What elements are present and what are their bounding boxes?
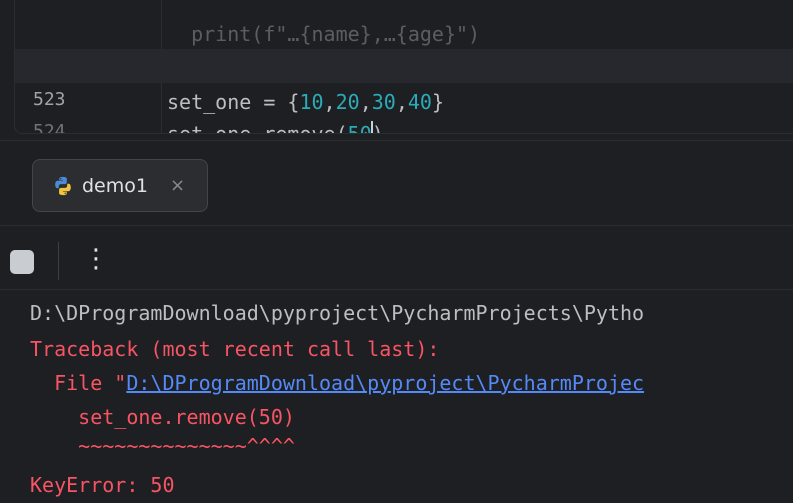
code-line-522[interactable]: 522 set_one = {10,20,30,40} <box>15 17 793 114</box>
panel-divider <box>0 225 793 226</box>
traceback-file-line: File "D:\DProgramDownload\pyproject\Pych… <box>30 366 644 400</box>
toolbar-separator <box>58 242 59 280</box>
traceback-file-link[interactable]: D:\DProgramDownload\pyproject\PycharmPro… <box>126 371 644 395</box>
code-line-524[interactable]: 524 print(set_one) <box>15 81 793 133</box>
traceback-file-prefix: File " <box>30 371 127 395</box>
run-tab-demo1[interactable]: demo1 × <box>32 159 208 212</box>
panel-divider <box>0 289 793 290</box>
more-vertical-icon[interactable]: ⋮ <box>83 244 109 278</box>
exception-line: KeyError: 50 <box>30 473 175 497</box>
code-line-525[interactable]: 525 <box>15 113 793 133</box>
code-line-523[interactable]: 523 set_one.remove(50) <box>15 49 793 133</box>
code-editor[interactable]: print(f"…{name},…{age}") 522 set_one = {… <box>0 0 793 140</box>
stop-icon[interactable] <box>10 250 34 274</box>
code-line-partial: print(f"…{name},…{age}") <box>15 0 793 46</box>
console-path-line: D:\DProgramDownload\pyproject\PycharmPro… <box>30 301 645 325</box>
traceback-marker-line: ~~~~~~~~~~~~~~^^^^ <box>30 434 295 458</box>
python-icon <box>55 176 71 195</box>
traceback-header: Traceback (most recent call last): <box>30 337 440 361</box>
close-icon[interactable]: × <box>170 175 185 196</box>
traceback-source-line: set_one.remove(50) <box>30 405 295 429</box>
run-tab-label: demo1 <box>82 174 148 197</box>
panel-divider <box>0 140 793 141</box>
editor-panel[interactable]: print(f"…{name},…{age}") 522 set_one = {… <box>14 0 793 134</box>
